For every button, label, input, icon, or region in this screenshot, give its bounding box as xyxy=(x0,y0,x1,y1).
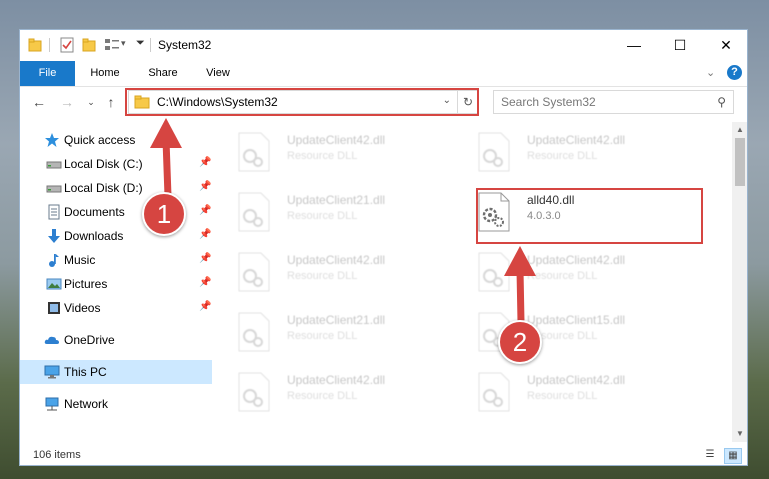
step-badge-2: 2 xyxy=(498,320,542,364)
annotation-arrows xyxy=(150,118,536,326)
arrow-2 xyxy=(504,246,536,326)
step-badge-1: 1 xyxy=(142,192,186,236)
arrow-1 xyxy=(150,118,182,200)
